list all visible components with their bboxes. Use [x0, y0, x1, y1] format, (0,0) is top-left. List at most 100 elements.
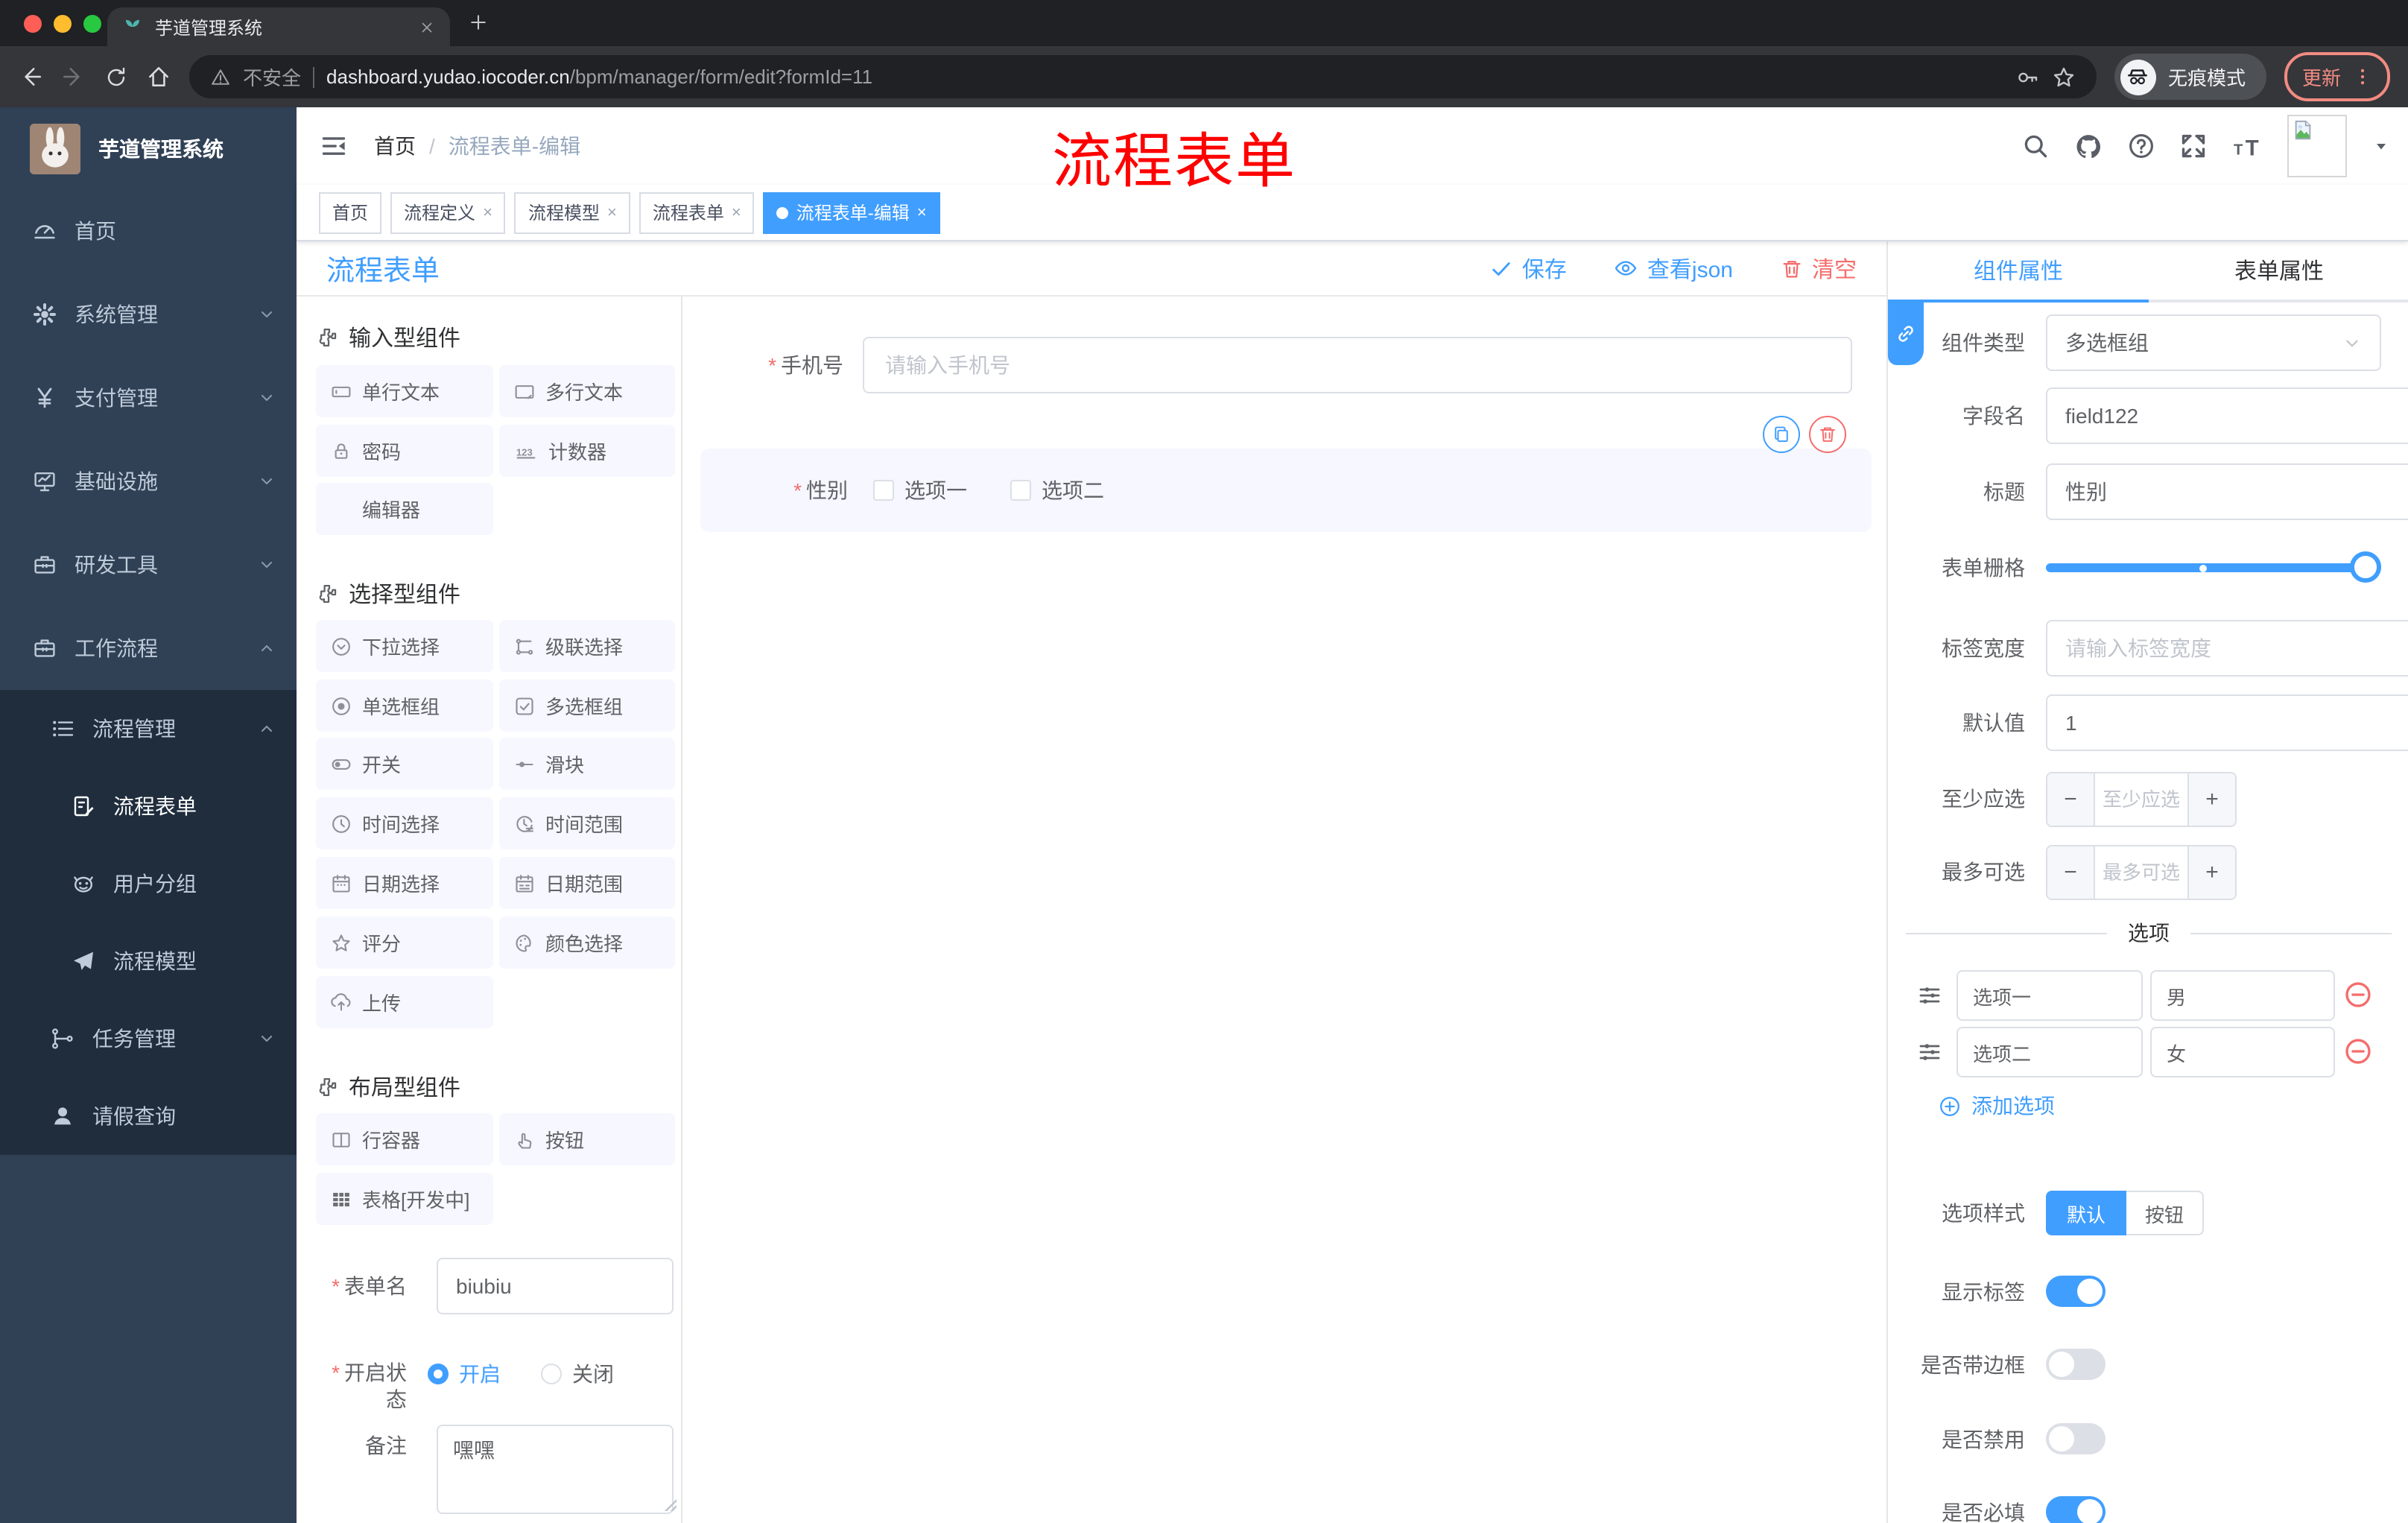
border-toggle[interactable] [2046, 1349, 2106, 1380]
add-option-button[interactable]: 添加选项 [1939, 1091, 2055, 1121]
maximize-window-button[interactable] [83, 15, 101, 33]
sidebar-item-workflow[interactable]: 工作流程 [0, 607, 297, 690]
browser-tab[interactable]: 芋道管理系统 [107, 7, 450, 46]
sidebar-item-home[interactable]: 首页 [0, 189, 297, 273]
stepper-decrease-button[interactable]: − [2047, 846, 2095, 899]
window-controls[interactable] [24, 15, 101, 33]
palette-item-multi-line-text[interactable]: 多行文本 [499, 365, 675, 417]
min-select-input[interactable] [2095, 773, 2187, 826]
drag-handle-icon[interactable] [1918, 984, 1942, 1007]
sidebar-item-devtools[interactable]: 研发工具 [0, 523, 297, 607]
tag-process-model[interactable]: 流程模型 × [514, 191, 630, 233]
forward-icon[interactable] [61, 64, 86, 89]
delete-component-button[interactable] [1809, 416, 1846, 453]
field-name-input[interactable] [2046, 387, 2408, 444]
palette-item-slider[interactable]: 滑块 [499, 738, 675, 790]
grid-slider-handle[interactable] [2350, 551, 2381, 583]
sidebar-item-process-form[interactable]: 流程表单 [0, 767, 297, 845]
save-button[interactable]: 保存 [1491, 253, 1567, 284]
palette-item-checkbox-group[interactable]: 多选框组 [499, 680, 675, 732]
tag-home[interactable]: 首页 [319, 191, 382, 233]
grid-slider-track[interactable] [2046, 563, 2381, 572]
palette-item-row-container[interactable]: 行容器 [316, 1113, 493, 1165]
sidebar-item-process-model[interactable]: 流程模型 [0, 922, 297, 1000]
form-canvas[interactable]: *手机号 *性别 选项一 [682, 297, 1886, 1523]
browser-menu-kebab-icon[interactable] [2353, 67, 2372, 86]
title-input[interactable] [2046, 463, 2408, 520]
collapse-sidebar-icon[interactable] [320, 133, 347, 159]
bookmark-star-icon[interactable] [2052, 65, 2076, 89]
new-tab-button[interactable] [468, 12, 489, 33]
update-browser-button[interactable]: 更新 [2284, 52, 2390, 101]
form-remark-textarea[interactable]: 嘿嘿 [437, 1425, 674, 1514]
search-icon[interactable] [2022, 133, 2049, 159]
font-size-icon[interactable] [2232, 133, 2262, 159]
palette-item-password[interactable]: 密码 [316, 425, 493, 477]
reload-icon[interactable] [104, 65, 128, 89]
tab-close-icon[interactable] [419, 19, 435, 35]
address-bar[interactable]: 不安全 dashboard.yudao.iocoder.cn/bpm/manag… [189, 55, 2097, 98]
remove-option-icon[interactable] [2344, 981, 2372, 1009]
max-select-input[interactable] [2095, 846, 2187, 899]
gender-checkbox-2[interactable] [1010, 480, 1031, 501]
remove-option-icon[interactable] [2344, 1037, 2372, 1066]
palette-item-table[interactable]: 表格[开发中] [316, 1173, 493, 1225]
disabled-toggle[interactable] [2046, 1423, 2106, 1454]
palette-item-time-picker[interactable]: 时间选择 [316, 797, 493, 849]
sidebar-item-process-management[interactable]: 流程管理 [0, 690, 297, 767]
stepper-decrease-button[interactable]: − [2047, 773, 2095, 826]
close-window-button[interactable] [24, 15, 42, 33]
breadcrumb-home[interactable]: 首页 [374, 131, 416, 161]
form-name-input[interactable] [437, 1258, 674, 1314]
minimize-window-button[interactable] [54, 15, 72, 33]
sidebar-item-infra[interactable]: 基础设施 [0, 440, 297, 523]
option-1-label-input[interactable] [1956, 970, 2143, 1021]
status-radio-on[interactable]: 开启 [428, 1359, 501, 1389]
textarea-resize-handle[interactable] [665, 1499, 677, 1511]
security-label[interactable]: 不安全 [243, 63, 301, 91]
tag-process-definition[interactable]: 流程定义 × [390, 191, 506, 233]
palette-item-rate[interactable]: 评分 [316, 916, 493, 969]
option-1-value-input[interactable] [2150, 970, 2335, 1021]
palette-item-single-line-text[interactable]: 单行文本 [316, 365, 493, 417]
palette-item-color-picker[interactable]: 颜色选择 [499, 916, 675, 969]
fullscreen-icon[interactable] [2180, 133, 2207, 159]
default-value-input[interactable] [2046, 694, 2408, 751]
tag-close-icon[interactable]: × [917, 203, 927, 221]
github-icon[interactable] [2074, 132, 2103, 160]
status-radio-off[interactable]: 关闭 [541, 1359, 614, 1389]
stepper-increase-button[interactable]: + [2187, 773, 2235, 826]
option-2-label-input[interactable] [1956, 1027, 2143, 1077]
option-2-value-input[interactable] [2150, 1027, 2335, 1077]
caret-down-icon[interactable] [2372, 137, 2390, 155]
copy-component-button[interactable] [1763, 416, 1800, 453]
tab-form-props[interactable]: 表单属性 [2149, 241, 2408, 300]
palette-item-date-range[interactable]: 日期范围 [499, 857, 675, 909]
palette-item-time-range[interactable]: 时间范围 [499, 797, 675, 849]
sidebar-item-payment[interactable]: 支付管理 [0, 356, 297, 440]
palette-item-select[interactable]: 下拉选择 [316, 620, 493, 672]
style-default-button[interactable]: 默认 [2046, 1191, 2126, 1235]
palette-item-button[interactable]: 按钮 [499, 1113, 675, 1165]
gender-option-2-label[interactable]: 选项二 [1042, 477, 1104, 504]
palette-item-radio-group[interactable]: 单选框组 [316, 680, 493, 732]
palette-item-date-picker[interactable]: 日期选择 [316, 857, 493, 909]
help-icon[interactable] [2128, 133, 2155, 159]
style-button-button[interactable]: 按钮 [2126, 1191, 2204, 1235]
view-json-button[interactable]: 查看json [1615, 253, 1733, 284]
palette-item-switch[interactable]: 开关 [316, 738, 493, 790]
home-icon[interactable] [146, 64, 171, 89]
show-label-toggle[interactable] [2046, 1276, 2106, 1307]
clear-button[interactable]: 清空 [1781, 253, 1857, 284]
tag-close-icon[interactable]: × [732, 203, 741, 221]
label-width-input[interactable] [2046, 620, 2408, 677]
drag-handle-icon[interactable] [1918, 1040, 1942, 1064]
component-type-select[interactable]: 多选框组 [2046, 314, 2381, 371]
password-key-icon[interactable] [2016, 65, 2040, 89]
sidebar-item-user-group[interactable]: 用户分组 [0, 845, 297, 922]
sidebar-item-system[interactable]: 系统管理 [0, 273, 297, 356]
gender-checkbox-1[interactable] [873, 480, 894, 501]
tag-process-form-edit[interactable]: 流程表单-编辑 × [763, 191, 940, 233]
required-toggle[interactable] [2046, 1496, 2106, 1523]
field-link-button[interactable] [1888, 303, 1924, 365]
